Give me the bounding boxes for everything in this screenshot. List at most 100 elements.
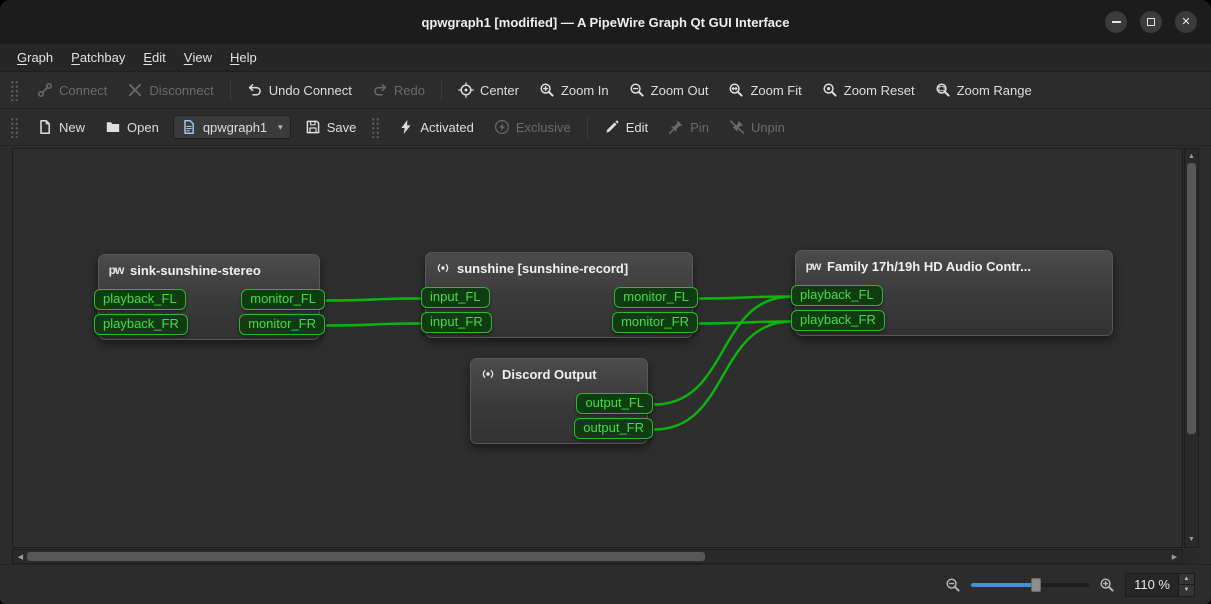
node-discord[interactable]: Discord Outputoutput_FLoutput_FR <box>470 358 648 444</box>
toolbar-button-disconnect[interactable]: Disconnect <box>118 77 222 103</box>
port-playback_FL[interactable]: playback_FL <box>791 285 883 306</box>
toolbar-button-activated[interactable]: Activated <box>389 114 482 140</box>
toolbar-button-save[interactable]: Save <box>296 114 366 140</box>
toolbar-label: Save <box>327 120 357 135</box>
port-monitor_FL[interactable]: monitor_FL <box>241 289 325 310</box>
toolbar-button-redo[interactable]: Redo <box>363 77 434 103</box>
node-header: pw sink-sunshine-stereo <box>99 255 319 278</box>
menu-help[interactable]: Help <box>221 44 266 71</box>
statusbar: 110 % ▲ ▼ <box>0 564 1211 604</box>
node-header: sunshine [sunshine-record] <box>426 253 692 276</box>
toolbar-button-new[interactable]: New <box>28 114 94 140</box>
zoom-range-icon <box>935 82 951 98</box>
vertical-scrollbar[interactable]: ▲ ▼ <box>1184 148 1199 548</box>
patchbay-file-icon <box>181 119 197 135</box>
toolbar-handle[interactable] <box>10 116 19 138</box>
disconnect-icon <box>127 82 143 98</box>
toolbar-button-zoom-in[interactable]: Zoom In <box>530 77 618 103</box>
connect-icon <box>37 82 53 98</box>
menu-view[interactable]: View <box>175 44 221 71</box>
pipewire-icon: pw <box>108 262 124 278</box>
window-title: qpwgraph1 [modified] — A PipeWire Graph … <box>0 15 1211 30</box>
node-title-text: Family 17h/19h HD Audio Contr... <box>827 259 1031 274</box>
port-output_FL[interactable]: output_FL <box>576 393 653 414</box>
spin-down-button[interactable]: ▼ <box>1179 584 1194 596</box>
toolbar-button-zoom-fit[interactable]: Zoom Fit <box>719 77 810 103</box>
port-input_FR[interactable]: input_FR <box>421 312 492 333</box>
vertical-scroll-thumb[interactable] <box>1187 163 1196 434</box>
titlebar[interactable]: qpwgraph1 [modified] — A PipeWire Graph … <box>0 0 1211 44</box>
menubar: GraphPatchbayEditViewHelp <box>0 44 1211 72</box>
node-header: Discord Output <box>471 359 647 382</box>
horizontal-scroll-thumb[interactable] <box>27 552 705 561</box>
toolbar-button-pin[interactable]: Pin <box>659 114 718 140</box>
port-playback_FR[interactable]: playback_FR <box>791 310 885 331</box>
patchbay-combo-qpwgraph1[interactable]: qpwgraph1▾ <box>173 115 291 139</box>
port-output_FR[interactable]: output_FR <box>574 418 653 439</box>
toolbar-label: Exclusive <box>516 120 571 135</box>
connection-wire[interactable] <box>326 324 422 326</box>
node-title-text: sunshine [sunshine-record] <box>457 261 628 276</box>
toolbar-button-open[interactable]: Open <box>96 114 168 140</box>
node-title-text: Discord Output <box>502 367 597 382</box>
port-monitor_FL[interactable]: monitor_FL <box>614 287 698 308</box>
close-button[interactable]: ✕ <box>1175 11 1197 33</box>
toolbar-label: Edit <box>626 120 648 135</box>
toolbar-button-zoom-range[interactable]: Zoom Range <box>926 77 1041 103</box>
port-input_FL[interactable]: input_FL <box>421 287 490 308</box>
unpin-icon <box>729 119 745 135</box>
menu-graph[interactable]: Graph <box>8 44 62 71</box>
toolbar-button-unpin[interactable]: Unpin <box>720 114 794 140</box>
node-sunshine[interactable]: sunshine [sunshine-record]input_FLinput_… <box>425 252 693 338</box>
zoom-spinbox[interactable]: 110 % ▲ ▼ <box>1125 573 1195 597</box>
node-title-text: sink-sunshine-stereo <box>130 263 261 278</box>
close-icon: ✕ <box>1181 17 1190 28</box>
scroll-left-icon[interactable]: ◀ <box>14 550 27 563</box>
menu-patchbay[interactable]: Patchbay <box>62 44 134 71</box>
zoom-in-icon <box>539 82 555 98</box>
toolbar-handle[interactable] <box>10 79 19 101</box>
zoom-slider-handle[interactable] <box>1031 578 1041 592</box>
zoom-out-icon[interactable] <box>945 577 961 593</box>
toolbar-button-zoom-out[interactable]: Zoom Out <box>620 77 718 103</box>
toolbar-button-connect[interactable]: Connect <box>28 77 116 103</box>
toolbar-label: Pin <box>690 120 709 135</box>
toolbar-label: Disconnect <box>149 83 213 98</box>
port-playback_FL[interactable]: playback_FL <box>94 289 186 310</box>
toolbar-label: Open <box>127 120 159 135</box>
record-icon <box>480 366 496 382</box>
new-file-icon <box>37 119 53 135</box>
toolbar-handle[interactable] <box>371 116 380 138</box>
connection-lines <box>13 149 1182 547</box>
zoom-in-icon[interactable] <box>1099 577 1115 593</box>
toolbar-label: Unpin <box>751 120 785 135</box>
node-header: pwFamily 17h/19h HD Audio Contr... <box>796 251 1112 274</box>
port-monitor_FR[interactable]: monitor_FR <box>612 312 698 333</box>
zoom-fit-icon <box>728 82 744 98</box>
scroll-right-icon[interactable]: ▶ <box>1168 550 1181 563</box>
spin-up-button[interactable]: ▲ <box>1179 574 1194 585</box>
zoom-slider[interactable] <box>971 576 1089 594</box>
connection-wire[interactable] <box>326 299 422 301</box>
spin-buttons: ▲ ▼ <box>1178 574 1194 596</box>
toolbar-button-center[interactable]: Center <box>449 77 528 103</box>
toolbar-label: qpwgraph1 <box>203 120 267 135</box>
node-family[interactable]: pwFamily 17h/19h HD Audio Contr...playba… <box>795 250 1113 336</box>
zoom-value[interactable]: 110 % <box>1126 574 1178 596</box>
maximize-button[interactable] <box>1140 11 1162 33</box>
graph-canvas[interactable]: pwsink-sunshine-stereoplayback_FLplaybac… <box>12 148 1183 548</box>
toolbar-button-edit[interactable]: Edit <box>595 114 657 140</box>
port-monitor_FR[interactable]: monitor_FR <box>239 314 325 335</box>
toolbar-label: Connect <box>59 83 107 98</box>
port-playback_FR[interactable]: playback_FR <box>94 314 188 335</box>
toolbar-button-zoom-reset[interactable]: Zoom Reset <box>813 77 924 103</box>
node-sink[interactable]: pwsink-sunshine-stereoplayback_FLplaybac… <box>98 254 320 340</box>
patchbay-toolbar: New Open qpwgraph1▾ Save Activated Exclusive E… <box>0 109 1211 146</box>
horizontal-scrollbar[interactable]: ◀ ▶ <box>12 549 1183 564</box>
toolbar-button-exclusive[interactable]: Exclusive <box>485 114 580 140</box>
menu-edit[interactable]: Edit <box>134 44 174 71</box>
toolbar-button-undo-connect[interactable]: Undo Connect <box>238 77 361 103</box>
minimize-button[interactable] <box>1105 11 1127 33</box>
scroll-down-icon[interactable]: ▼ <box>1185 533 1198 546</box>
scroll-up-icon[interactable]: ▲ <box>1185 150 1198 163</box>
